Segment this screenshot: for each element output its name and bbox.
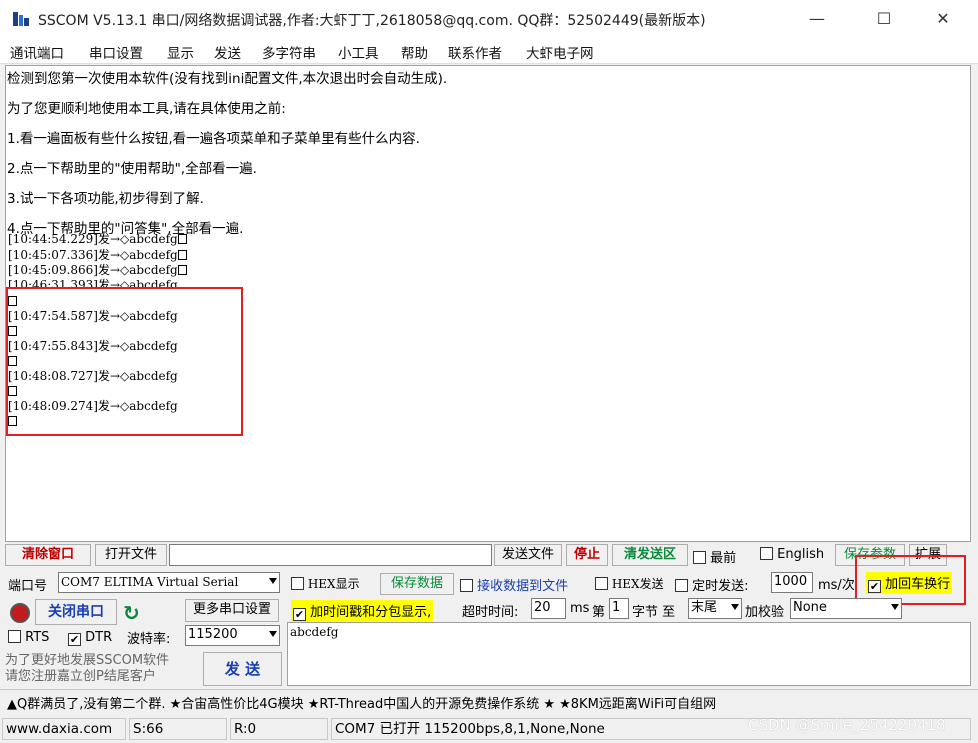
menu-multi-string[interactable]: 多字符串 (262, 42, 316, 62)
menu-help[interactable]: 帮助 (401, 42, 428, 62)
log-line: [10:46:31.393]发→◇abcdefg (8, 278, 178, 287)
checkbox-checked-icon: ✔ (293, 608, 306, 621)
timed-send-checkbox[interactable]: 定时发送: (675, 575, 749, 594)
timestamp-checkbox[interactable]: ✔ 加时间戳和分包显示, (291, 600, 434, 622)
timeout-label: 超时时间: (462, 605, 519, 620)
menu-bar: 通讯端口 串口设置 显示 发送 多字符串 小工具 帮助 联系作者 大虾电子网 (0, 38, 978, 64)
checkbox-checked-icon: ✔ (68, 633, 81, 646)
crlf-box-icon (177, 234, 187, 244)
receive-area[interactable]: 检测到您第一次使用本软件(没有找到ini配置文件,本次退出时会自动生成). 为了… (5, 65, 971, 542)
checkbox-icon (760, 547, 773, 560)
rts-checkbox[interactable]: RTS (8, 630, 49, 645)
chevron-down-icon (269, 578, 277, 584)
stop-button[interactable]: 停止 (566, 544, 608, 566)
checksum-select[interactable]: None (790, 598, 902, 619)
notice-line: 检测到您第一次使用本软件(没有找到ini配置文件,本次退出时会自动生成). (7, 71, 448, 87)
menu-comm-port[interactable]: 通讯端口 (10, 42, 64, 62)
english-checkbox[interactable]: English (760, 547, 824, 562)
close-button[interactable]: ✕ (920, 0, 966, 38)
ad-bar[interactable]: ▲Q群满员了,没有第二个群. ★合宙高性价比4G模块 ★RT-Thread中国人… (0, 689, 978, 713)
menu-daxia-site[interactable]: 大虾电子网 (526, 42, 594, 62)
chevron-down-icon (731, 604, 739, 610)
interval-unit: ms/次 (818, 578, 855, 593)
menu-tools[interactable]: 小工具 (338, 42, 379, 62)
crlf-box-icon (177, 250, 187, 260)
hex-send-checkbox[interactable]: HEX发送 (595, 575, 664, 592)
port-status-icon (10, 603, 30, 623)
chevron-down-icon (269, 631, 277, 637)
menu-contact-author[interactable]: 联系作者 (448, 42, 502, 62)
log-line: [10:44:54.229]发→◇abcdefg (8, 232, 187, 246)
more-port-settings-button[interactable]: 更多串口设置 (185, 599, 279, 622)
hex-display-checkbox[interactable]: HEX显示 (291, 575, 360, 592)
log-line: [10:45:09.866]发→◇abcdefg (8, 263, 187, 277)
refresh-icon[interactable]: ↻ (123, 601, 140, 625)
notice-line: 3.试一下各项功能,初步得到了解. (7, 191, 204, 207)
close-port-button[interactable]: 关闭串口 (35, 599, 117, 625)
recv-to-file-checkbox[interactable]: 接收数据到文件 (460, 575, 568, 594)
send-file-button[interactable]: 发送文件 (494, 544, 562, 566)
byte-suffix: 字节 至 (632, 605, 676, 620)
menu-display[interactable]: 显示 (167, 42, 194, 62)
highlight-box-log (6, 287, 243, 436)
timeout-input[interactable]: 20 (531, 598, 566, 619)
menu-port-settings[interactable]: 串口设置 (89, 42, 143, 62)
minimize-button[interactable]: — (794, 0, 840, 38)
window-title: SSCOM V5.13.1 串口/网络数据调试器,作者:大虾丁丁,2618058… (38, 13, 706, 29)
baud-select[interactable]: 115200 (185, 625, 280, 646)
checkbox-icon (693, 551, 706, 564)
notice-line: 2.点一下帮助里的"使用帮助",全部看一遍. (7, 161, 257, 177)
checkbox-icon (675, 579, 688, 592)
crlf-box-icon (177, 265, 187, 275)
checkbox-icon (8, 630, 21, 643)
interval-input[interactable]: 1000 (771, 572, 813, 593)
status-site[interactable]: www.daxia.com (2, 718, 126, 740)
chevron-down-icon (891, 604, 899, 610)
byte-prefix: 第 (592, 605, 606, 620)
save-data-button[interactable]: 保存数据 (380, 573, 454, 595)
clear-window-button[interactable]: 清除窗口 (5, 544, 91, 566)
clear-send-button[interactable]: 清发送区 (612, 544, 688, 566)
status-sent-count: S:66 (129, 718, 227, 740)
ad-text[interactable]: ▲Q群满员了,没有第二个群. ★合宙高性价比4G模块 ★RT-Thread中国人… (7, 693, 716, 712)
port-label: 端口号 (8, 579, 48, 594)
status-recv-count: R:0 (230, 718, 328, 740)
checkbox-icon (595, 577, 608, 590)
checksum-label: 加校验 (745, 605, 785, 620)
app-icon (13, 12, 29, 26)
send-text: abcdefg (290, 625, 339, 639)
checkbox-icon (291, 577, 304, 590)
byte-index-input[interactable]: 1 (609, 598, 629, 619)
dtr-checkbox[interactable]: ✔ DTR (68, 630, 112, 646)
notice-line: 1.看一遍面板有些什么按钮,看一遍各项菜单和子菜单里有些什么内容. (7, 131, 420, 147)
title-bar: SSCOM V5.13.1 串口/网络数据调试器,作者:大虾丁丁,2618058… (0, 0, 978, 38)
open-file-button[interactable]: 打开文件 (95, 544, 167, 566)
promo-text[interactable]: 为了更好地发展SSCOM软件 请您注册嘉立创P结尾客户 (5, 653, 195, 685)
notice-line: 为了您更顺利地使用本工具,请在具体使用之前: (7, 101, 286, 117)
maximize-button[interactable]: ☐ (861, 0, 907, 38)
log-line: [10:45:07.336]发→◇abcdefg (8, 248, 187, 262)
byte-end-select[interactable]: 末尾 (688, 598, 742, 619)
topmost-checkbox[interactable]: 最前 (693, 547, 736, 566)
checkbox-icon (460, 579, 473, 592)
baud-label: 波特率: (127, 632, 171, 647)
port-select[interactable]: COM7 ELTIMA Virtual Serial (58, 572, 280, 593)
watermark-text: CSDN @Smile_254220418 (748, 716, 946, 734)
send-textbox[interactable]: abcdefg (287, 622, 971, 686)
menu-send[interactable]: 发送 (214, 42, 241, 62)
send-button[interactable]: 发 送 (203, 652, 282, 686)
timeout-unit: ms (570, 601, 590, 616)
file-path-input[interactable] (169, 544, 492, 566)
